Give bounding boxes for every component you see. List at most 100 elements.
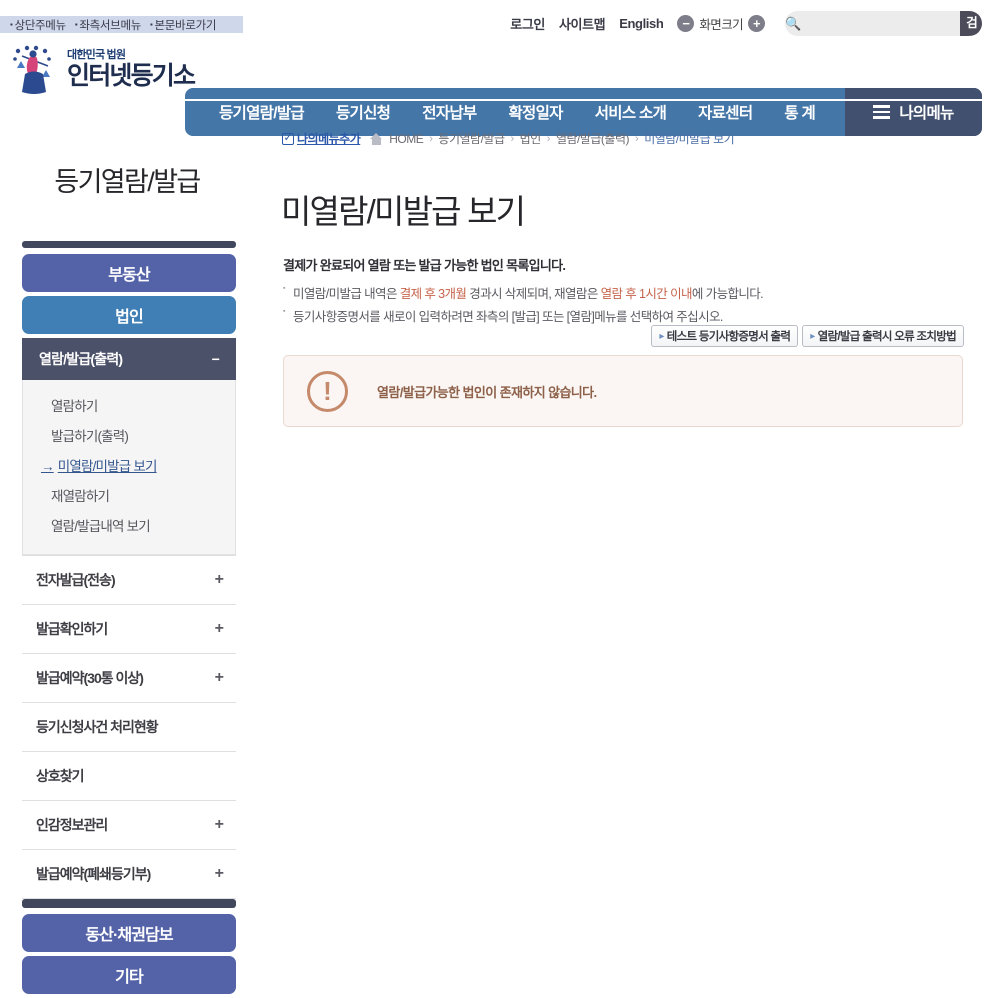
- sidebar-category-etc[interactable]: 기타: [22, 956, 236, 994]
- print-error-guide-button[interactable]: ▸ 열람/발급 출력시 오류 조치방법: [802, 325, 964, 347]
- sidebar-inner: 부동산 법인 열람/발급(출력) − 열람하기 발급하기(출력) → 미열람/미발…: [22, 241, 236, 994]
- search-button[interactable]: 검색: [960, 11, 982, 36]
- sidebar-section-view-issue[interactable]: 열람/발급(출력) −: [22, 338, 236, 380]
- search-icon: 🔍: [785, 15, 802, 31]
- site-logo[interactable]: 대한민국 법원 인터넷등기소: [8, 44, 196, 94]
- zoom-in-icon[interactable]: +: [748, 15, 765, 32]
- skip-links: 상단주메뉴 좌측서브메뉴 본문바로가기: [0, 16, 243, 33]
- site-header: 대한민국 법원 인터넷등기소 등기열람/발급 등기신청 전자납부 확정일자 서비…: [0, 42, 990, 136]
- add-to-my-menu-button[interactable]: 나의메뉴추가: [282, 130, 361, 147]
- desc-1-highlight-2: 열람 후 1시간 이내: [600, 287, 693, 301]
- skip-link-side-menu[interactable]: 좌측서브메뉴: [75, 17, 141, 33]
- sidebar-item-issue-reservation-closed[interactable]: 발급예약(폐쇄등기부) +: [22, 850, 236, 899]
- sidebar-item-issue-reservation-30-label: 발급예약(30통 이상): [36, 670, 144, 686]
- my-menu-button[interactable]: 나의메뉴: [845, 88, 982, 136]
- alert-message: 열람/발급가능한 법인이 존재하지 않습니다.: [377, 384, 597, 400]
- sidebar-item-electronic-issue[interactable]: 전자발급(전송) +: [22, 556, 236, 605]
- zoom-out-icon[interactable]: −: [677, 15, 695, 32]
- arrow-right-icon: ▸: [810, 330, 815, 342]
- plus-icon[interactable]: +: [215, 865, 224, 883]
- sidebar-item-application-status-label: 등기신청사건 처리현황: [36, 719, 159, 735]
- home-icon[interactable]: [370, 132, 383, 145]
- plus-icon[interactable]: +: [215, 571, 224, 589]
- gnb-item-fixed-date[interactable]: 확정일자: [492, 101, 578, 123]
- breadcrumb-separator: ›: [510, 132, 515, 145]
- sidebar-category-movable-credit-label: 동산·채권담보: [85, 927, 173, 944]
- sidebar-item-seal-info[interactable]: 인감정보관리 +: [22, 801, 236, 850]
- gnb-item-registry-apply[interactable]: 등기신청: [320, 101, 406, 123]
- breadcrumb-item-3[interactable]: 열람/발급(출력): [556, 130, 630, 147]
- sidebar-item-seal-info-label: 인감정보관리: [36, 817, 108, 833]
- minus-icon[interactable]: −: [212, 351, 220, 367]
- sidebar-category-movable-credit[interactable]: 동산·채권담보: [22, 914, 236, 952]
- sidebar-category-etc-label: 기타: [115, 969, 144, 986]
- plus-icon[interactable]: +: [215, 816, 224, 834]
- sidebar-submenu-list: 열람하기 발급하기(출력) → 미열람/미발급 보기 재열람하기 열람/발급내역 …: [22, 380, 236, 555]
- sidebar-category-corporation-label: 법인: [115, 309, 144, 326]
- sidebar-category-corporation[interactable]: 법인: [22, 296, 236, 334]
- gnb-item-service-intro[interactable]: 서비스 소개: [579, 101, 682, 123]
- description-block: 결제가 완료되어 열람 또는 발급 가능한 법인 목록입니다. 미열람/미발급 …: [283, 255, 973, 329]
- sidebar-item-issue-reservation-30[interactable]: 발급예약(30통 이상) +: [22, 654, 236, 703]
- breadcrumb-separator: ›: [546, 132, 551, 145]
- search-input[interactable]: [801, 11, 961, 36]
- breadcrumb: 나의메뉴추가 HOME › 등기열람/발급 › 법인 › 열람/발급(출력) ›…: [282, 130, 735, 147]
- sidebar-title: 등기열람/발급: [54, 167, 201, 197]
- breadcrumb-separator: ›: [429, 132, 433, 145]
- utility-bar: 로그인 사이트맵 English − 화면크기 + 🔍 검색: [510, 11, 982, 36]
- skip-link-content[interactable]: 본문바로가기: [150, 17, 217, 33]
- login-link[interactable]: 로그인: [510, 14, 545, 33]
- sidebar-item-review[interactable]: 재열람하기: [23, 480, 235, 510]
- gnb-item-epayment[interactable]: 전자납부: [406, 101, 492, 123]
- sidebar-top-bar: [22, 241, 236, 248]
- desc-1-mid: 경과시 삭제되며, 재열람은: [466, 287, 601, 301]
- test-certificate-print-label: 테스트 등기사항증명서 출력: [666, 331, 791, 343]
- exclamation-circle-icon: !: [307, 370, 348, 412]
- sidebar-item-unviewed-unissued[interactable]: → 미열람/미발급 보기: [23, 450, 235, 480]
- sidebar-item-electronic-issue-label: 전자발급(전송): [36, 572, 116, 588]
- sidebar-item-issue-reservation-closed-label: 발급예약(폐쇄등기부): [36, 866, 151, 882]
- sidebar-item-application-status[interactable]: 등기신청사건 처리현황: [22, 703, 236, 752]
- global-navigation: 등기열람/발급 등기신청 전자납부 확정일자 서비스 소개 자료센터 통 계 나…: [185, 88, 982, 136]
- gnb-item-data-center[interactable]: 자료센터: [682, 101, 768, 123]
- skip-link-top-menu[interactable]: 상단주메뉴: [10, 17, 66, 33]
- sidebar-item-company-name-search[interactable]: 상호찾기: [22, 752, 236, 801]
- sidebar-item-company-name-search-label: 상호찾기: [36, 768, 85, 784]
- sitemap-link[interactable]: 사이트맵: [559, 14, 606, 33]
- description-list: 미열람/미발급 내역은 결제 후 3개월 경과시 삭제되며, 재열람은 열람 후…: [283, 283, 973, 329]
- sidebar-item-view-issue-history[interactable]: 열람/발급내역 보기: [23, 510, 235, 540]
- plus-icon[interactable]: +: [215, 669, 224, 687]
- sidebar-item-issue-confirm-label: 발급확인하기: [36, 621, 108, 637]
- arrow-right-icon: ▸: [659, 330, 664, 342]
- empty-result-alert: ! 열람/발급가능한 법인이 존재하지 않습니다.: [283, 355, 963, 427]
- sidebar-item-issue-confirm[interactable]: 발급확인하기 +: [22, 605, 236, 654]
- english-link[interactable]: English: [619, 16, 664, 31]
- hamburger-icon: [873, 105, 891, 119]
- sidebar-item-unviewed-unissued-label: 미열람/미발급 보기: [57, 459, 158, 474]
- print-error-guide-label: 열람/발급 출력시 오류 조치방법: [817, 331, 957, 343]
- breadcrumb-separator: ›: [635, 132, 639, 145]
- plus-icon[interactable]: +: [215, 620, 224, 638]
- sidebar-item-view[interactable]: 열람하기: [23, 390, 235, 420]
- page-title: 미열람/미발급 보기: [281, 193, 526, 231]
- checkbox-check-icon: [282, 131, 294, 145]
- breadcrumb-item-1[interactable]: 등기열람/발급: [438, 130, 505, 147]
- logo-subtitle: 대한민국 법원: [67, 48, 126, 61]
- gnb-item-registry-view[interactable]: 등기열람/발급: [203, 101, 320, 123]
- gnb-items: 등기열람/발급 등기신청 전자납부 확정일자 서비스 소개 자료센터 통 계: [185, 101, 831, 123]
- breadcrumb-item-current: 미열람/미발급 보기: [644, 132, 735, 146]
- gnb-item-statistics[interactable]: 통 계: [768, 101, 831, 123]
- description-item-1: 미열람/미발급 내역은 결제 후 3개월 경과시 삭제되며, 재열람은 열람 후…: [283, 283, 973, 306]
- description-lead: 결제가 완료되어 열람 또는 발급 가능한 법인 목록입니다.: [283, 258, 566, 273]
- breadcrumb-home[interactable]: HOME: [389, 132, 424, 146]
- header-divider: [0, 99, 990, 101]
- screen-size-label: 화면크기: [699, 18, 743, 32]
- desc-1-highlight-1: 결제 후 3개월: [399, 287, 467, 301]
- breadcrumb-item-2[interactable]: 법인: [520, 130, 542, 147]
- sidebar-category-real-estate[interactable]: 부동산: [22, 254, 236, 292]
- test-certificate-print-button[interactable]: ▸ 테스트 등기사항증명서 출력: [651, 325, 799, 347]
- sidebar-item-issue-print[interactable]: 발급하기(출력): [23, 420, 235, 450]
- action-button-row: ▸ 테스트 등기사항증명서 출력 ▸ 열람/발급 출력시 오류 조치방법: [651, 325, 964, 347]
- logo-title: 인터넷등기소: [67, 61, 196, 90]
- desc-1-pre: 미열람/미발급 내역은: [293, 287, 400, 301]
